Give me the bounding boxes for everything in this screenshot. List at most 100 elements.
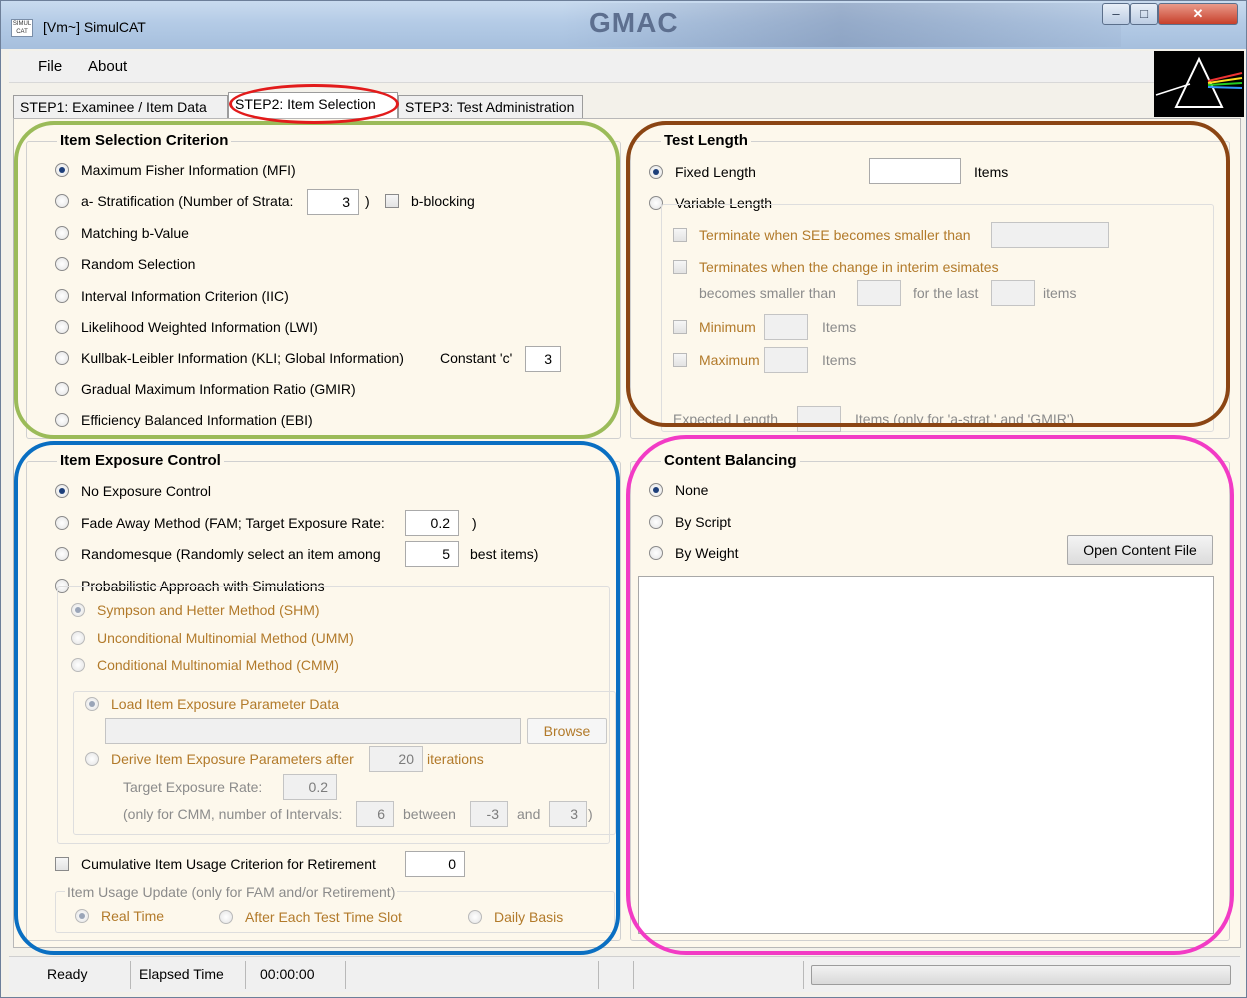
radio-indicator[interactable] xyxy=(55,320,69,334)
tab-step3[interactable]: STEP3: Test Administration xyxy=(398,95,583,119)
maximum-checkbox[interactable]: Maximum xyxy=(673,352,760,368)
expected-length-note: Items (only for 'a-strat.' and 'GMIR') xyxy=(855,411,1075,427)
radio-gmir[interactable]: Gradual Maximum Information Ratio (GMIR) xyxy=(55,381,356,397)
radio-indicator[interactable] xyxy=(55,194,69,208)
radio-indicator[interactable] xyxy=(75,909,89,923)
app-window: SIMUL CAT [Vm~] SimulCAT GMAC – □ ✕ File… xyxy=(0,0,1247,998)
item-selection-group: Item Selection Criterion Maximum Fisher … xyxy=(26,132,621,439)
last-items-input[interactable] xyxy=(991,280,1035,306)
menu-file[interactable]: File xyxy=(38,58,62,75)
radio-mfi[interactable]: Maximum Fisher Information (MFI) xyxy=(55,162,296,178)
radio-cb-script[interactable]: By Script xyxy=(649,514,731,530)
radio-indicator[interactable] xyxy=(219,910,233,924)
checkbox-indicator[interactable] xyxy=(385,194,399,208)
radio-derive-params[interactable]: Derive Item Exposure Parameters after xyxy=(85,751,354,767)
radio-fam[interactable]: Fade Away Method (FAM; Target Exposure R… xyxy=(55,515,385,531)
target-rate-label: Target Exposure Rate: xyxy=(123,779,263,795)
radio-indicator[interactable] xyxy=(55,516,69,530)
menu-about[interactable]: About xyxy=(88,58,127,75)
fixed-length-input[interactable] xyxy=(869,158,961,184)
radio-indicator[interactable] xyxy=(468,910,482,924)
cumulative-usage-checkbox[interactable]: Cumulative Item Usage Criterion for Reti… xyxy=(55,856,376,872)
radio-indicator[interactable] xyxy=(85,697,99,711)
change-threshold-input[interactable] xyxy=(857,280,901,306)
radio-indicator[interactable] xyxy=(649,483,663,497)
content-text-area[interactable] xyxy=(638,576,1214,934)
target-rate-input[interactable]: 0.2 xyxy=(283,774,337,800)
radio-real-time[interactable]: Real Time xyxy=(75,908,164,924)
radio-cb-none[interactable]: None xyxy=(649,482,708,498)
expected-length-label: Expected Length xyxy=(673,411,779,427)
randomesque-input[interactable]: 5 xyxy=(405,541,459,567)
radio-indicator[interactable] xyxy=(55,351,69,365)
radio-cmm[interactable]: Conditional Multinomial Method (CMM) xyxy=(71,657,339,673)
status-cell-empty-3 xyxy=(634,961,804,989)
radio-indicator[interactable] xyxy=(649,546,663,560)
content-balancing-group: Content Balancing None By Script By Weig… xyxy=(630,452,1230,941)
radio-indicator[interactable] xyxy=(71,631,85,645)
minimum-checkbox[interactable]: Minimum xyxy=(673,319,756,335)
radio-lwi[interactable]: Likelihood Weighted Information (LWI) xyxy=(55,319,318,335)
maximum-input[interactable] xyxy=(764,347,808,373)
title-bar: SIMUL CAT [Vm~] SimulCAT GMAC – □ ✕ xyxy=(1,1,1246,49)
fam-rate-input[interactable]: 0.2 xyxy=(405,510,459,536)
strata-input[interactable]: 3 xyxy=(307,189,359,215)
radio-indicator[interactable] xyxy=(55,484,69,498)
radio-indicator[interactable] xyxy=(85,752,99,766)
radio-indicator[interactable] xyxy=(71,603,85,617)
radio-no-exposure[interactable]: No Exposure Control xyxy=(55,483,211,499)
radio-iic[interactable]: Interval Information Criterion (IIC) xyxy=(55,288,289,304)
constant-c-input[interactable]: 3 xyxy=(525,346,561,372)
checkbox-indicator[interactable] xyxy=(673,260,687,274)
radio-load-params[interactable]: Load Item Exposure Parameter Data xyxy=(85,696,339,712)
b-blocking-checkbox[interactable]: b-blocking xyxy=(385,193,475,209)
checkbox-indicator[interactable] xyxy=(673,353,687,367)
param-file-path-input[interactable] xyxy=(105,718,521,744)
see-input[interactable] xyxy=(991,222,1109,248)
radio-daily[interactable]: Daily Basis xyxy=(468,909,563,925)
radio-indicator[interactable] xyxy=(55,257,69,271)
best-items-label: best items) xyxy=(470,546,539,562)
radio-after-slot[interactable]: After Each Test Time Slot xyxy=(219,909,402,925)
radio-indicator[interactable] xyxy=(55,547,69,561)
expected-length-input[interactable] xyxy=(797,406,841,432)
radio-umm[interactable]: Unconditional Multinomial Method (UMM) xyxy=(71,630,354,646)
radio-a-stratification[interactable]: a- Stratification (Number of Strata: xyxy=(55,193,293,209)
tab-step2[interactable]: STEP2: Item Selection xyxy=(228,92,398,119)
radio-indicator[interactable] xyxy=(55,163,69,177)
minimum-input[interactable] xyxy=(764,314,808,340)
change-checkbox[interactable]: Terminates when the change in interim es… xyxy=(673,259,999,275)
close-button[interactable]: ✕ xyxy=(1158,3,1238,25)
radio-fixed-length[interactable]: Fixed Length xyxy=(649,164,756,180)
minimize-button[interactable]: – xyxy=(1102,3,1130,25)
radio-random[interactable]: Random Selection xyxy=(55,256,195,272)
radio-ebi[interactable]: Efficiency Balanced Information (EBI) xyxy=(55,412,313,428)
open-content-file-button[interactable]: Open Content File xyxy=(1067,535,1213,565)
checkbox-indicator[interactable] xyxy=(673,228,687,242)
radio-indicator[interactable] xyxy=(71,658,85,672)
browse-button[interactable]: Browse xyxy=(527,718,607,744)
iterations-input[interactable]: 20 xyxy=(369,746,423,772)
radio-indicator[interactable] xyxy=(55,289,69,303)
radio-cb-weight[interactable]: By Weight xyxy=(649,545,739,561)
iterations-label: iterations xyxy=(427,751,484,767)
maximize-button[interactable]: □ xyxy=(1130,3,1158,25)
interval-low-input[interactable]: -3 xyxy=(470,801,508,827)
see-checkbox[interactable]: Terminate when SEE becomes smaller than xyxy=(673,227,971,243)
cumulative-usage-input[interactable]: 0 xyxy=(405,851,465,877)
radio-indicator[interactable] xyxy=(649,515,663,529)
intervals-input[interactable]: 6 xyxy=(356,801,394,827)
checkbox-indicator[interactable] xyxy=(673,320,687,334)
radio-shm[interactable]: Sympson and Hetter Method (SHM) xyxy=(71,602,320,618)
radio-indicator[interactable] xyxy=(55,226,69,240)
radio-kli[interactable]: Kullbak-Leibler Information (KLI; Global… xyxy=(55,350,404,366)
tab-step1[interactable]: STEP1: Examinee / Item Data xyxy=(13,95,228,119)
radio-indicator[interactable] xyxy=(55,413,69,427)
radio-matching-b[interactable]: Matching b-Value xyxy=(55,225,189,241)
radio-indicator[interactable] xyxy=(649,165,663,179)
radio-randomesque[interactable]: Randomesque (Randomly select an item amo… xyxy=(55,546,381,562)
interval-high-input[interactable]: 3 xyxy=(549,801,587,827)
exposure-control-group: Item Exposure Control No Exposure Contro… xyxy=(26,452,621,941)
radio-indicator[interactable] xyxy=(55,382,69,396)
checkbox-indicator[interactable] xyxy=(55,857,69,871)
